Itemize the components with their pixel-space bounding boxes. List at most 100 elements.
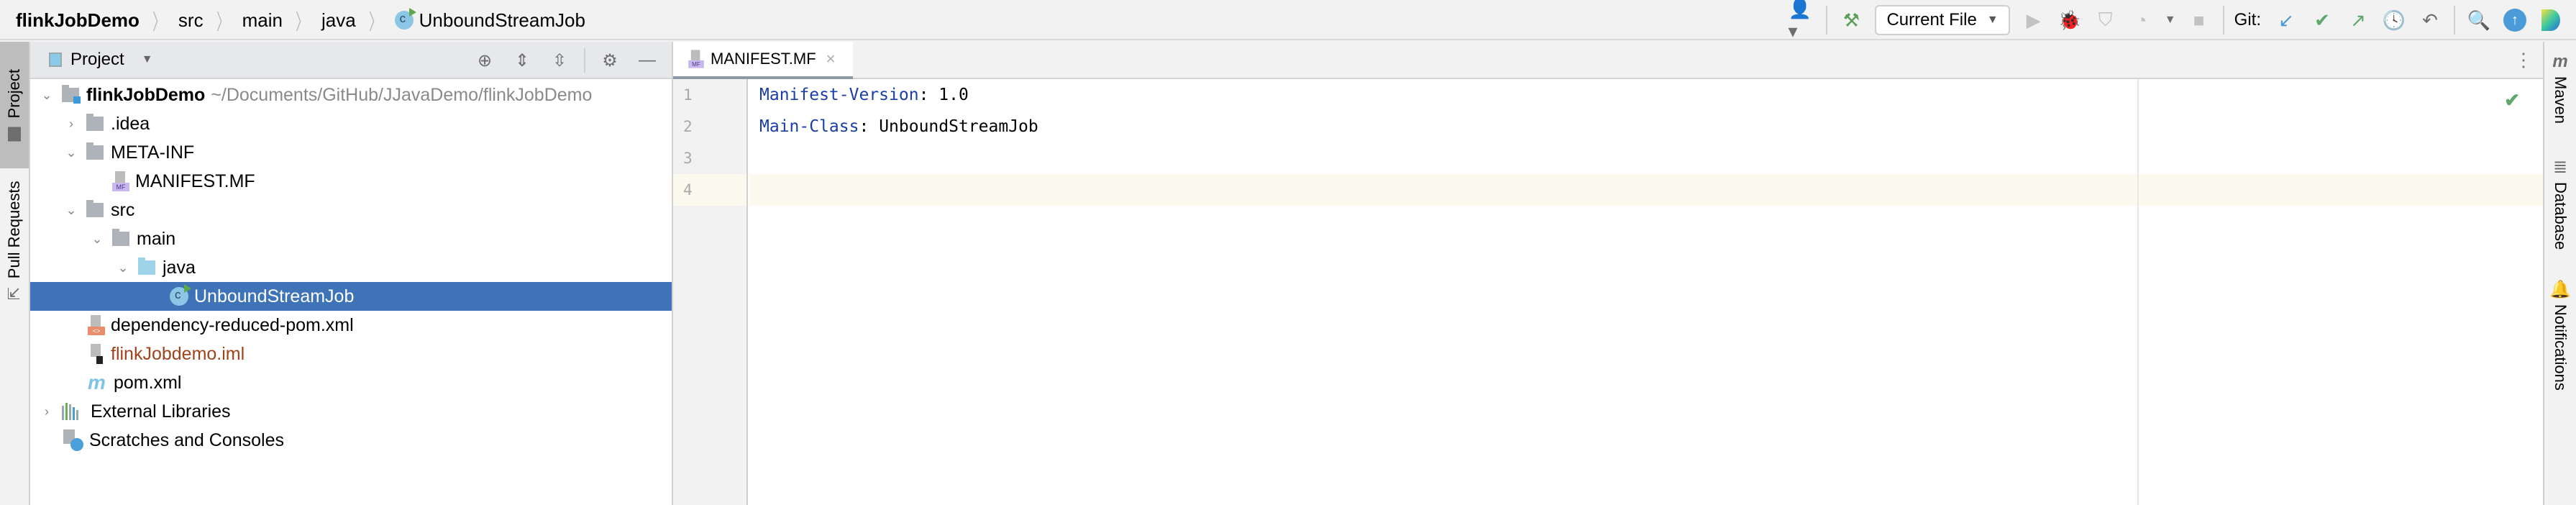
tree-item-external-libraries[interactable]: › External Libraries [30, 397, 672, 426]
tree-item-flinkjobdemo[interactable]: ⌄ flinkJobDemo ~/Documents/GitHub/JJavaD… [30, 81, 672, 109]
chevron-down-icon: ▼ [1986, 14, 1999, 26]
tree-item-label: dependency-reduced-pom.xml [111, 314, 354, 335]
tree-item-label: pom.xml [114, 372, 182, 393]
right-tool-window-strip: m Maven ≣ Database 🔔 Notifications [2543, 42, 2576, 505]
chevron-down-icon[interactable]: ⌄ [115, 260, 131, 276]
git-commit-icon[interactable]: ✔ [2308, 6, 2337, 35]
close-icon[interactable]: × [826, 50, 836, 68]
tool-tab-notifications[interactable]: 🔔 Notifications [2544, 279, 2576, 391]
runnable-class-icon [394, 8, 416, 29]
folder-icon [86, 114, 104, 131]
toolbar-divider [2222, 6, 2224, 35]
git-update-icon[interactable]: ↙ [2272, 6, 2301, 35]
run-configuration-selector[interactable]: Current File ▼ [1875, 5, 2010, 35]
tree-item-idea[interactable]: › .idea [30, 109, 672, 138]
run-more-chevron-icon[interactable]: ▼ [2163, 6, 2178, 35]
tree-item-label: flinkJobdemo.iml [111, 343, 245, 364]
chevron-down-icon[interactable]: ⌄ [63, 203, 79, 218]
tree-item-java[interactable]: ⌄ java [30, 253, 672, 282]
editor-area: MF MANIFEST.MF × ⋮ 1 2 3 4 Manifest-Vers… [673, 42, 2543, 505]
tree-item-label: main [137, 228, 176, 249]
xml-file-icon: <> [88, 315, 105, 335]
breadcrumb-separator: 〉 [368, 11, 382, 35]
right-margin-guide [2137, 79, 2139, 505]
search-icon[interactable]: 🔍 [2465, 6, 2493, 35]
project-view-selector[interactable]: Project [70, 50, 124, 70]
runnable-class-icon [170, 284, 191, 306]
database-icon: ≣ [2552, 158, 2568, 177]
user-icon[interactable]: 👤▾ [1788, 0, 1817, 42]
tree-item-dependency-reduced-pom[interactable]: <> dependency-reduced-pom.xml [30, 311, 672, 340]
breadcrumb-src[interactable]: src [178, 9, 204, 32]
tool-tab-pull-requests[interactable]: ⇱ Pull Requests [0, 168, 29, 312]
debug-icon[interactable]: 🐞 [2055, 6, 2084, 35]
tree-item-label: java [163, 257, 196, 278]
chevron-down-icon[interactable]: ▼ [142, 53, 153, 66]
code-line[interactable]: Manifest-Version: 1.0 [749, 79, 2543, 111]
run-configuration-label: Current File [1886, 10, 1977, 29]
code-line-current[interactable] [749, 174, 2543, 206]
folder-icon [86, 200, 104, 217]
iml-file-icon [88, 344, 105, 364]
chevron-down-icon[interactable]: ⌄ [63, 145, 79, 160]
tool-tab-notifications-label: Notifications [2552, 304, 2570, 391]
tree-item-meta-inf[interactable]: ⌄ META-INF [30, 138, 672, 167]
tool-tab-maven[interactable]: m Maven [2544, 52, 2576, 124]
breadcrumb: flinkJobDemo 〉 src 〉 main 〉 java 〉 Unbou… [16, 0, 585, 40]
tool-tab-project[interactable]: Project [0, 42, 29, 168]
tree-item-label: META-INF [111, 142, 195, 163]
inspection-ok-icon[interactable]: ✔ [2504, 89, 2520, 112]
tree-item-scratches[interactable]: Scratches and Consoles [30, 426, 672, 455]
tool-tab-database-label: Database [2552, 182, 2570, 250]
manifest-key: Manifest-Version [759, 86, 919, 104]
update-icon[interactable]: ↑ [2500, 6, 2529, 35]
tab-manifest[interactable]: MF MANIFEST.MF × [673, 42, 853, 79]
code-line[interactable] [749, 142, 2543, 174]
tree-item-iml[interactable]: flinkJobdemo.iml [30, 340, 672, 368]
code-editor[interactable]: Manifest-Version: 1.0 Main-Class: Unboun… [749, 79, 2543, 505]
tree-item-manifest[interactable]: MF MANIFEST.MF [30, 167, 672, 196]
pull-request-icon: ⇱ [5, 286, 23, 301]
tree-item-label: Scratches and Consoles [89, 429, 284, 450]
git-rollback-icon[interactable]: ↶ [2416, 6, 2444, 35]
locate-file-icon[interactable]: ⊕ [470, 46, 499, 75]
folder-icon [8, 127, 21, 142]
breadcrumb-separator: 〉 [152, 11, 165, 35]
breadcrumb-java[interactable]: java [321, 9, 356, 32]
build-hammer-icon[interactable]: ⚒ [1837, 6, 1865, 35]
git-history-icon[interactable]: 🕓 [2380, 6, 2408, 35]
toolbar-divider [2454, 6, 2455, 35]
breadcrumb-main[interactable]: main [242, 9, 283, 32]
gear-icon[interactable]: ⚙ [595, 46, 624, 75]
tool-tab-database[interactable]: ≣ Database [2544, 157, 2576, 250]
profile-icon[interactable]: ◔ [2127, 6, 2156, 35]
tool-tab-pull-requests-label: Pull Requests [5, 180, 23, 278]
toolbox-icon[interactable] [2536, 6, 2565, 35]
tree-item-unboundstreamjob[interactable]: UnboundStreamJob [30, 282, 672, 311]
tree-item-main[interactable]: ⌄ main [30, 224, 672, 253]
expand-all-icon[interactable]: ⇕ [508, 46, 536, 75]
tree-item-label: flinkJobDemo [86, 84, 206, 105]
tree-item-src[interactable]: ⌄ src [30, 196, 672, 224]
project-tree: ⌄ flinkJobDemo ~/Documents/GitHub/JJavaD… [30, 79, 672, 455]
tree-item-label: External Libraries [91, 401, 231, 422]
collapse-all-icon[interactable]: ⇳ [545, 46, 574, 75]
toolbar-divider [584, 48, 585, 73]
git-push-icon[interactable]: ↗ [2344, 6, 2372, 35]
more-options-icon[interactable]: ⋮ [2514, 49, 2533, 71]
run-icon[interactable]: ▶ [2019, 6, 2048, 35]
breadcrumb-class[interactable]: UnboundStreamJob [419, 9, 585, 32]
manifest-separator: : [918, 86, 939, 104]
stop-icon[interactable]: ■ [2185, 6, 2214, 35]
chevron-right-icon[interactable]: › [39, 404, 55, 419]
code-line[interactable]: Main-Class: UnboundStreamJob [749, 111, 2543, 142]
chevron-down-icon[interactable]: ⌄ [89, 232, 105, 247]
chevron-down-icon[interactable]: ⌄ [39, 88, 55, 103]
chevron-right-icon[interactable]: › [63, 117, 79, 132]
breadcrumb-project[interactable]: flinkJobDemo [16, 9, 140, 32]
left-tool-window-strip: Project ⇱ Pull Requests [0, 42, 30, 505]
tree-item-pom[interactable]: m pom.xml [30, 368, 672, 397]
coverage-icon[interactable]: ⛉ [2091, 6, 2120, 35]
tree-item-label: .idea [111, 113, 150, 134]
minimize-icon[interactable]: — [633, 46, 662, 75]
